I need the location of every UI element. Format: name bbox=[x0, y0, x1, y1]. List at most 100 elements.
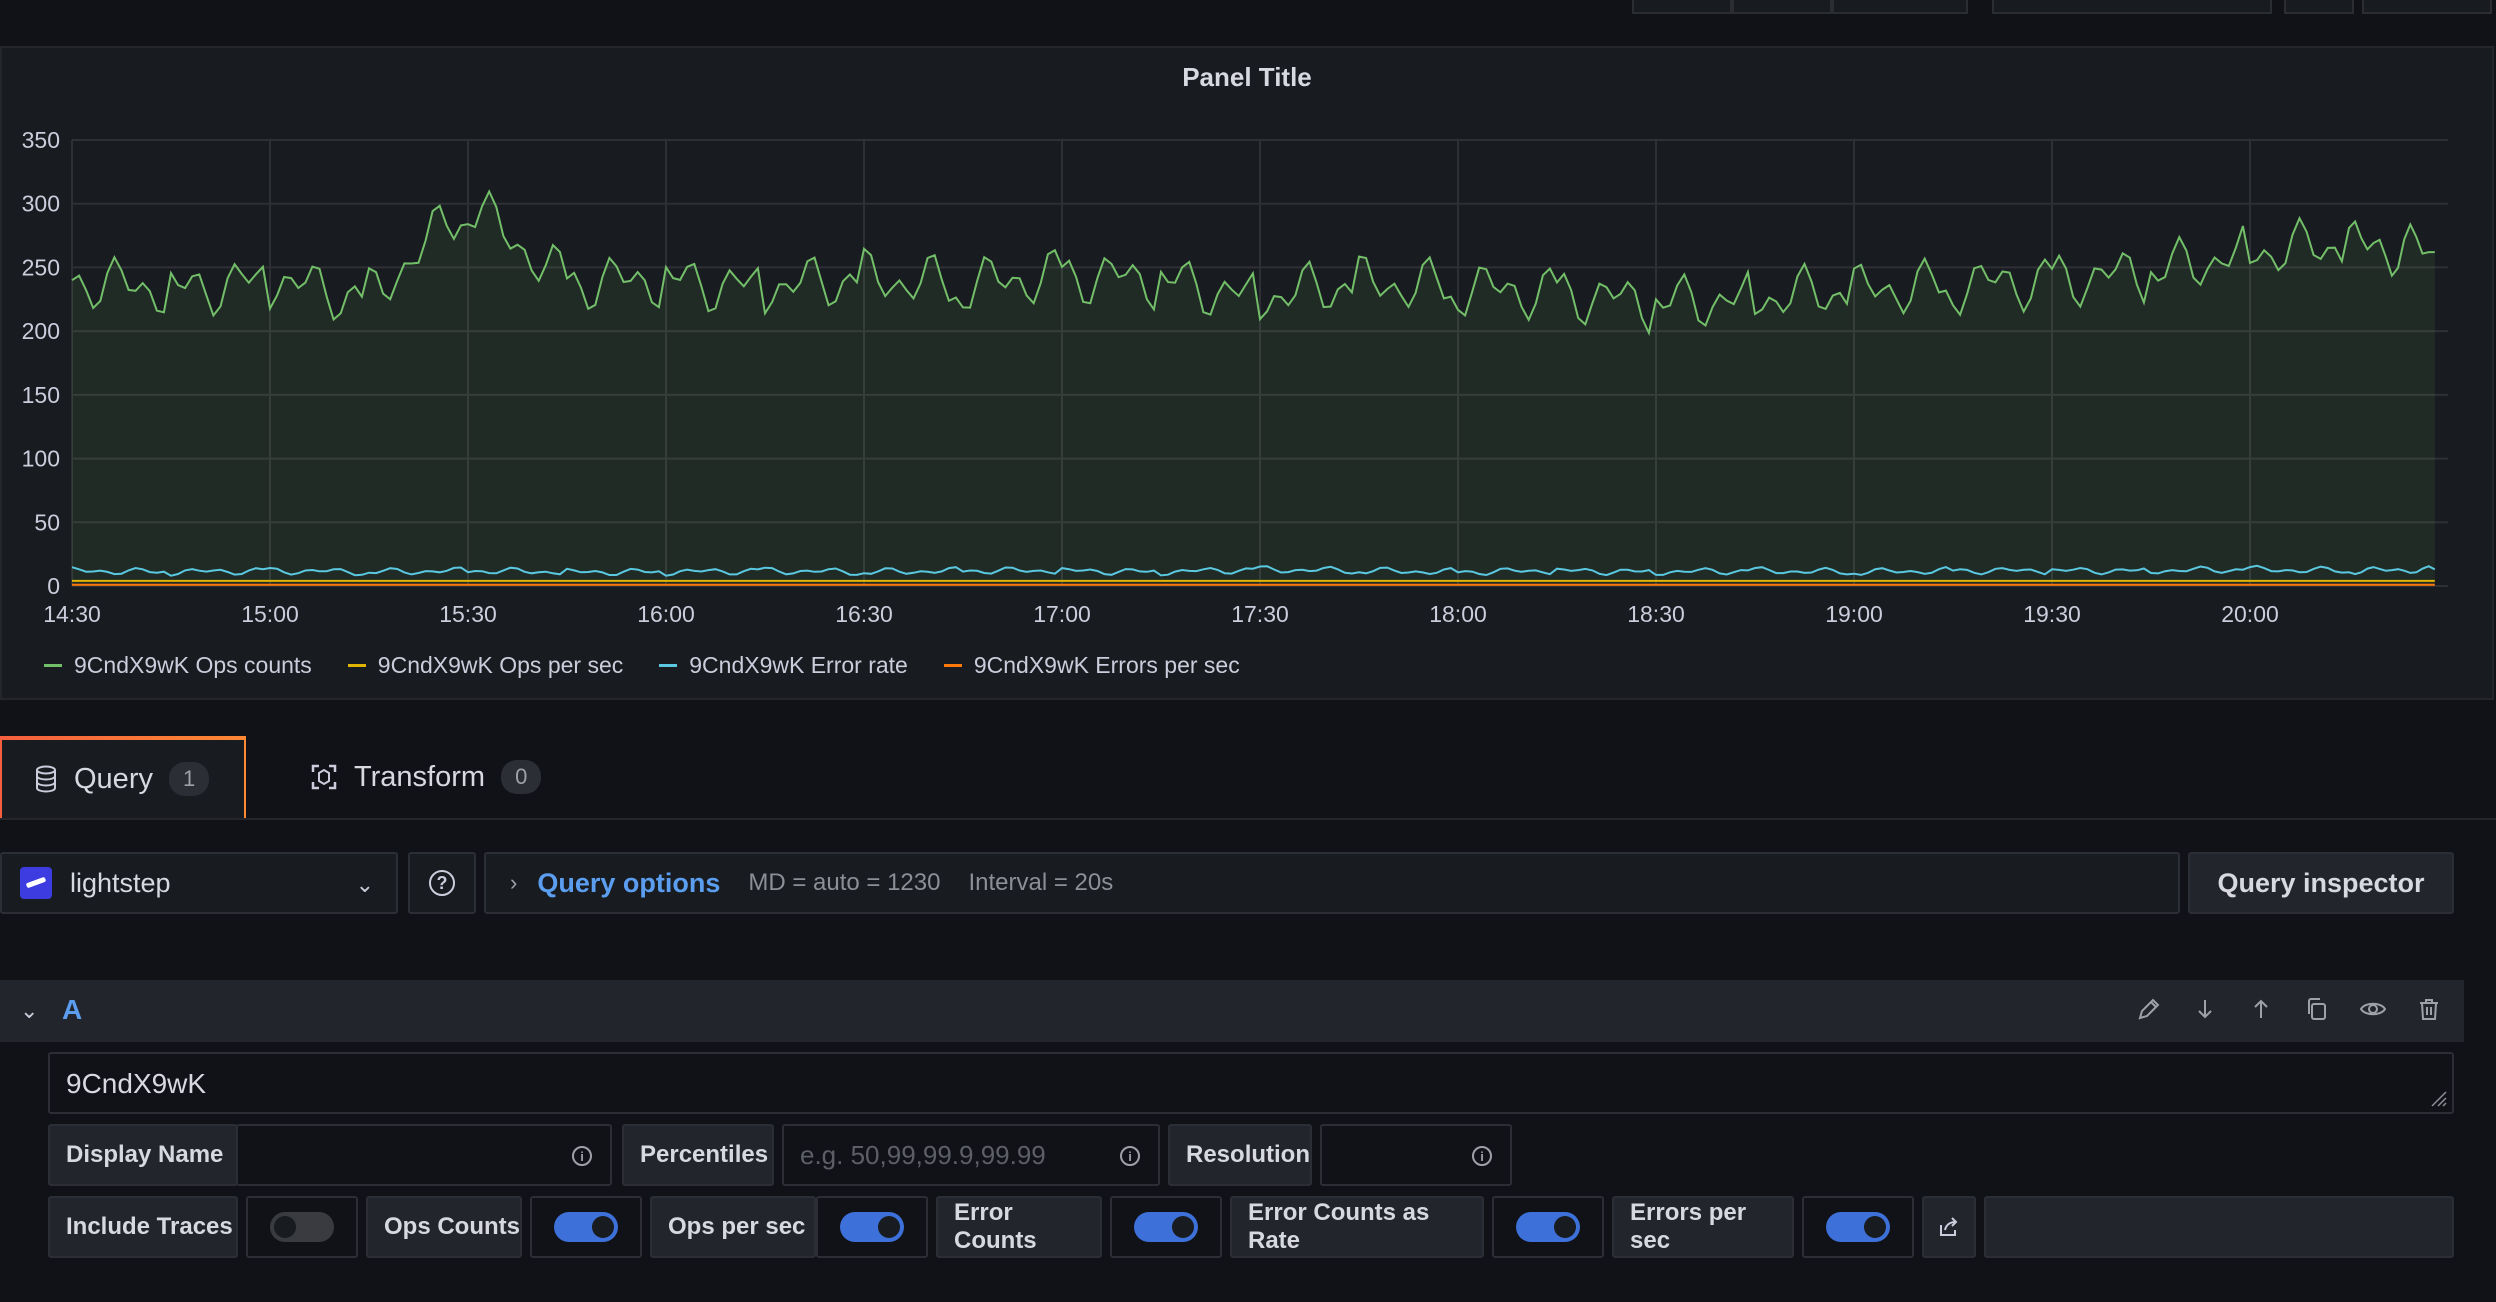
toggle-on[interactable] bbox=[554, 1212, 618, 1242]
legend-swatch bbox=[659, 664, 678, 667]
edit-icon[interactable] bbox=[2134, 994, 2164, 1024]
x-tick-label: 17:00 bbox=[1033, 601, 1091, 627]
graph-panel: Panel Title 0 50 100 150 200 250 300 350 14:30 15… bbox=[0, 46, 2494, 700]
percentiles-placeholder: e.g. 50,99,99.9,99.99 bbox=[800, 1139, 1046, 1170]
toolbar-button-stub[interactable] bbox=[1832, 0, 1968, 14]
ops-counts-switch[interactable] bbox=[530, 1196, 642, 1258]
toolbar-button-stub[interactable] bbox=[2362, 0, 2492, 14]
legend-label: 9CndX9wK Ops counts bbox=[74, 652, 312, 678]
collapse-chevron-icon[interactable]: ⌄ bbox=[20, 998, 38, 1024]
database-icon bbox=[36, 765, 56, 793]
lightstep-logo-icon bbox=[20, 867, 52, 899]
y-tick-label: 350 bbox=[22, 127, 60, 153]
legend-item[interactable]: 9CndX9wK Errors per sec bbox=[943, 652, 1240, 679]
toggle-on[interactable] bbox=[1516, 1212, 1580, 1242]
eye-icon[interactable] bbox=[2358, 994, 2388, 1024]
transform-icon bbox=[311, 764, 337, 790]
legend-item[interactable]: 9CndX9wK Ops per sec bbox=[347, 652, 624, 679]
ops-per-sec-switch[interactable] bbox=[816, 1196, 928, 1258]
x-tick-label: 14:30 bbox=[43, 601, 101, 627]
tab-query-label: Query bbox=[74, 762, 153, 795]
x-tick-label: 19:00 bbox=[1825, 601, 1883, 627]
ops-counts-label: Ops Counts bbox=[366, 1196, 522, 1258]
toolbar-button-stub[interactable] bbox=[2284, 0, 2354, 14]
duplicate-icon[interactable] bbox=[2302, 994, 2332, 1024]
legend-item[interactable]: 9CndX9wK Error rate bbox=[659, 652, 908, 679]
chevron-right-icon: › bbox=[510, 870, 518, 895]
move-up-icon[interactable] bbox=[2246, 994, 2276, 1024]
include-traces-switch[interactable] bbox=[246, 1196, 358, 1258]
trash-icon[interactable] bbox=[2414, 994, 2444, 1024]
y-tick-label: 200 bbox=[22, 318, 60, 344]
chart-legend: 9CndX9wK Ops counts 9CndX9wK Ops per sec 9… bbox=[44, 652, 1240, 679]
query-text-input[interactable]: 9CndX9wK bbox=[48, 1052, 2454, 1114]
query-inspector-button[interactable]: Query inspector bbox=[2188, 852, 2454, 914]
open-in-lightstep-button[interactable] bbox=[1922, 1196, 1976, 1258]
datasource-name: lightstep bbox=[70, 867, 171, 898]
toggle-off[interactable] bbox=[270, 1212, 334, 1242]
info-icon[interactable]: i bbox=[1472, 1146, 1492, 1166]
query-text-value: 9CndX9wK bbox=[66, 1068, 207, 1099]
y-tick-label: 250 bbox=[22, 254, 60, 280]
datasource-help-button[interactable]: ? bbox=[408, 852, 476, 914]
display-name-input[interactable]: i bbox=[236, 1124, 612, 1186]
help-icon: ? bbox=[429, 870, 455, 896]
y-tick-label: 300 bbox=[22, 191, 60, 217]
datasource-picker[interactable]: lightstep ⌄ bbox=[0, 852, 398, 914]
errors-per-sec-switch[interactable] bbox=[1802, 1196, 1914, 1258]
x-tick-label: 16:30 bbox=[835, 601, 893, 627]
time-picker-stub[interactable] bbox=[1992, 0, 2272, 14]
legend-swatch bbox=[347, 664, 366, 667]
toggle-on[interactable] bbox=[1826, 1212, 1890, 1242]
ops-per-sec-label: Ops per sec bbox=[650, 1196, 816, 1258]
move-down-icon[interactable] bbox=[2190, 994, 2220, 1024]
legend-item[interactable]: 9CndX9wK Ops counts bbox=[44, 652, 312, 679]
tab-query-count: 1 bbox=[168, 762, 210, 796]
resize-grip-icon[interactable] bbox=[2428, 1088, 2448, 1108]
x-tick-label: 20:00 bbox=[2221, 601, 2279, 627]
legend-swatch bbox=[943, 664, 962, 667]
info-icon[interactable]: i bbox=[1120, 1146, 1140, 1166]
x-tick-label: 16:00 bbox=[637, 601, 695, 627]
x-tick-label: 19:30 bbox=[2023, 601, 2081, 627]
tab-transform-count: 0 bbox=[501, 760, 542, 794]
editor-tab-bar: Query 1 Transform 0 bbox=[0, 736, 2496, 820]
query-options-bar[interactable]: › Query options MD = auto = 1230 Interva… bbox=[484, 852, 2180, 914]
y-tick-label: 50 bbox=[34, 509, 60, 535]
legend-swatch bbox=[44, 664, 62, 667]
resolution-label: Resolution bbox=[1168, 1124, 1312, 1186]
y-tick-label: 100 bbox=[22, 446, 60, 472]
toggle-on[interactable] bbox=[840, 1212, 904, 1242]
percentiles-input[interactable]: e.g. 50,99,99.9,99.99 i bbox=[782, 1124, 1160, 1186]
error-counts-switch[interactable] bbox=[1110, 1196, 1222, 1258]
time-series-chart: 0 50 100 150 200 250 300 350 14:30 15:00 15:30 16:0… bbox=[22, 127, 2448, 627]
error-counts-as-rate-switch[interactable] bbox=[1492, 1196, 1604, 1258]
x-tick-label: 15:30 bbox=[439, 601, 497, 627]
query-row-spacer bbox=[1984, 1196, 2454, 1258]
query-options-label[interactable]: Query options bbox=[537, 868, 720, 899]
legend-label: 9CndX9wK Error rate bbox=[689, 652, 908, 678]
toolbar-button-stub[interactable] bbox=[1732, 0, 1832, 14]
legend-label: 9CndX9wK Errors per sec bbox=[973, 652, 1240, 678]
legend-label: 9CndX9wK Ops per sec bbox=[377, 652, 624, 678]
external-share-icon bbox=[1940, 1217, 1958, 1236]
resolution-input[interactable]: i bbox=[1320, 1124, 1512, 1186]
query-row-header: ⌄ A bbox=[0, 980, 2464, 1042]
info-icon[interactable]: i bbox=[572, 1146, 592, 1166]
errors-per-sec-label: Errors per sec bbox=[1612, 1196, 1794, 1258]
tab-query[interactable]: Query 1 bbox=[0, 736, 246, 818]
x-tick-label: 18:00 bbox=[1429, 601, 1487, 627]
tab-transform-label: Transform bbox=[354, 760, 486, 793]
toggle-on[interactable] bbox=[1134, 1212, 1198, 1242]
y-tick-label: 0 bbox=[47, 573, 60, 599]
series-area-1 bbox=[72, 191, 2435, 586]
query-options-md: MD = auto = 1230 bbox=[748, 869, 941, 896]
chevron-down-icon: ⌄ bbox=[355, 872, 374, 897]
query-ref-id[interactable]: A bbox=[62, 994, 82, 1026]
display-name-label: Display Name bbox=[48, 1124, 238, 1186]
x-tick-label: 17:30 bbox=[1231, 601, 1289, 627]
toolbar-button-stub[interactable] bbox=[1632, 0, 1732, 14]
tab-transform[interactable]: Transform 0 bbox=[278, 736, 578, 818]
include-traces-label: Include Traces bbox=[48, 1196, 238, 1258]
y-tick-label: 150 bbox=[22, 382, 60, 408]
